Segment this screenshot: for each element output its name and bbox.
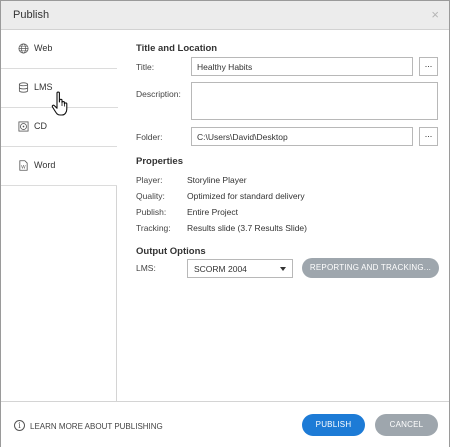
document-icon: W [19, 160, 28, 171]
lms-select[interactable]: SCORM 2004 [187, 259, 293, 278]
dialog-title: Publish [13, 9, 50, 21]
player-label: Player: [136, 175, 163, 185]
learn-more-link[interactable]: LEARN MORE ABOUT PUBLISHING [30, 422, 163, 431]
folder-label: Folder: [136, 132, 163, 142]
quality-value-link[interactable]: Optimized for standard delivery [187, 191, 305, 201]
database-icon [18, 82, 29, 93]
sidebar-item-label: CD [34, 121, 47, 131]
close-icon[interactable]: × [431, 7, 439, 22]
sidebar-item-web[interactable]: Web [1, 30, 117, 69]
quality-label: Quality: [136, 191, 165, 201]
globe-icon [18, 43, 29, 54]
lms-label: LMS: [136, 263, 156, 273]
sidebar-item-word[interactable]: W Word [1, 147, 117, 186]
title-location-heading: Title and Location [136, 43, 218, 54]
title-browse-button[interactable]: ... [419, 57, 438, 76]
reporting-tracking-button[interactable]: REPORTING AND TRACKING... [302, 258, 439, 278]
info-icon[interactable]: i [14, 420, 25, 431]
sidebar-item-label: LMS [34, 82, 53, 92]
tracking-value-link[interactable]: Results slide (3.7 Results Slide) [187, 223, 307, 233]
hand-cursor-icon [51, 91, 68, 116]
tracking-label: Tracking: [136, 223, 171, 233]
properties-heading: Properties [136, 156, 183, 167]
publish-dialog: Publish × Web LMS CD W Word Title and Lo… [0, 0, 450, 447]
publish-scope-value-link[interactable]: Entire Project [187, 207, 238, 217]
lms-select-value: SCORM 2004 [194, 264, 247, 274]
svg-text:W: W [21, 164, 26, 170]
dialog-footer: i LEARN MORE ABOUT PUBLISHING PUBLISH CA… [1, 401, 449, 447]
chevron-down-icon [280, 267, 286, 271]
output-options-heading: Output Options [136, 246, 206, 257]
title-label: Title: [136, 62, 155, 72]
player-value-link[interactable]: Storyline Player [187, 175, 247, 185]
publish-scope-label: Publish: [136, 207, 167, 217]
title-bar: Publish × [1, 1, 449, 30]
cancel-button[interactable]: CANCEL [375, 414, 438, 436]
folder-browse-button[interactable]: ... [419, 127, 438, 146]
publish-target-sidebar: Web LMS CD W Word [1, 30, 118, 401]
folder-input[interactable]: C:\Users\David\Desktop [191, 127, 413, 146]
publish-settings-panel: Title and Location Title: Healthy Habits… [118, 30, 449, 401]
publish-button[interactable]: PUBLISH [302, 414, 365, 436]
disc-icon [18, 121, 29, 132]
description-label: Description: [136, 89, 181, 99]
description-textarea[interactable] [191, 82, 438, 120]
sidebar-item-label: Word [34, 160, 56, 170]
title-input[interactable]: Healthy Habits [191, 57, 413, 76]
sidebar-item-label: Web [34, 43, 53, 53]
